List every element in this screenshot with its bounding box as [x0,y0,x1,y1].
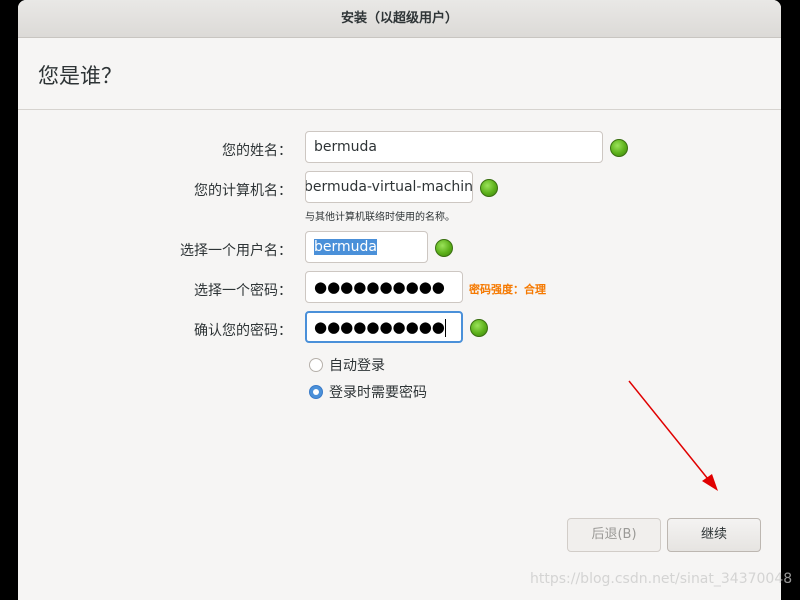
radio-icon[interactable] [309,358,323,372]
back-button[interactable]: 后退(B) [567,518,661,552]
name-label: 您的姓名： [222,143,292,159]
password-mask: ●●●●●●●●●● [314,278,445,296]
divider [18,109,781,110]
username-field[interactable]: bermuda [305,231,428,263]
check-ok-icon [610,139,628,157]
check-ok-icon [470,319,488,337]
watermark: https://blog.csdn.net/sinat_34370048 [530,571,793,587]
require-password-option[interactable]: 登录时需要密码 [309,382,427,402]
password-field[interactable]: ●●●●●●●●●● [305,271,463,303]
require-password-label: 登录时需要密码 [329,385,427,401]
window-title: 安装（以超级用户） [18,0,781,38]
page-title: 您是谁？ [38,64,122,88]
username-value: bermuda [314,239,377,255]
password-strength: 密码强度：合理 [469,283,546,296]
confirm-password-label: 确认您的密码： [194,323,292,339]
confirm-password-field[interactable]: ●●●●●●●●●● [305,311,463,343]
computer-name-field[interactable]: bermuda-virtual-machine [305,171,473,203]
check-ok-icon [480,179,498,197]
radio-checked-icon[interactable] [309,385,323,399]
password-label: 选择一个密码： [194,283,292,299]
computer-name-label: 您的计算机名： [194,183,292,199]
computer-name-value: bermuda-virtual-machine [305,179,473,195]
confirm-password-mask: ●●●●●●●●●● [314,318,445,336]
name-field[interactable]: bermuda [305,131,603,163]
text-caret [444,319,446,337]
check-ok-icon [435,239,453,257]
username-label: 选择一个用户名： [180,243,292,259]
auto-login-option[interactable]: 自动登录 [309,355,385,375]
auto-login-label: 自动登录 [329,358,385,374]
name-value: bermuda [314,139,377,155]
installer-window: 安装（以超级用户） 您是谁？ 您的姓名： bermuda 您的计算机名： ber… [18,0,781,600]
continue-button[interactable]: 继续 [667,518,761,552]
computer-name-hint: 与其他计算机联络时使用的名称。 [305,212,455,223]
